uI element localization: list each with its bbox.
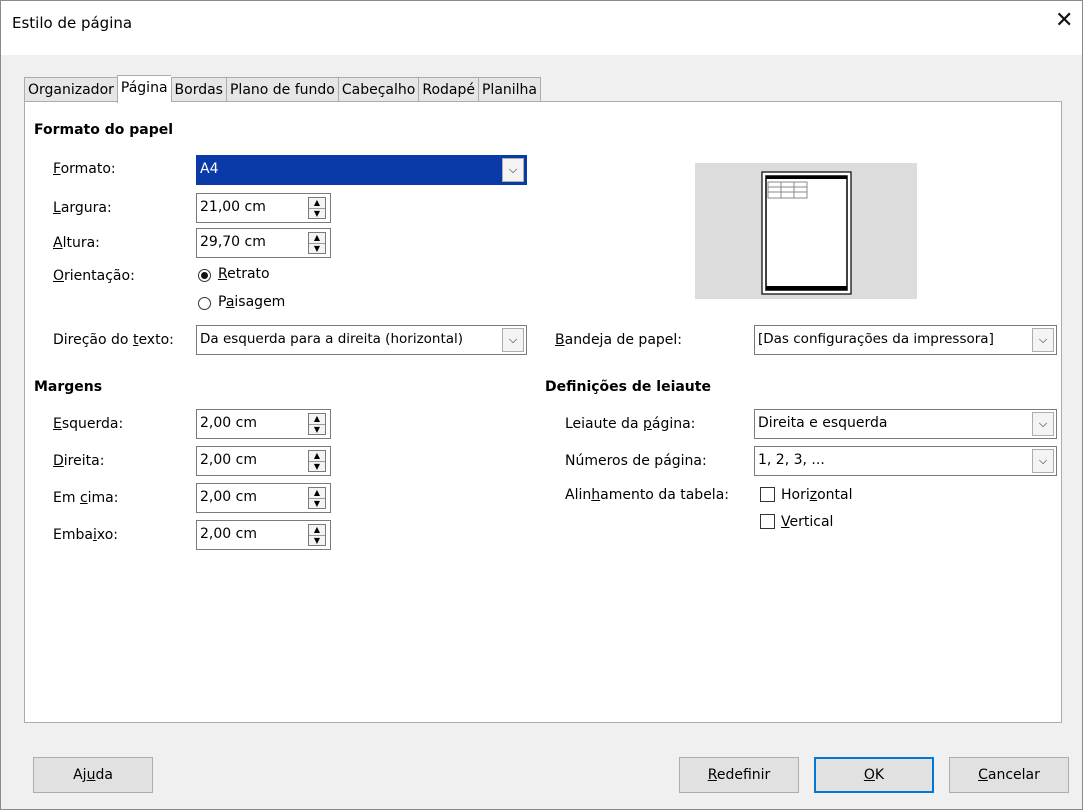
vertical-label[interactable]: Vertical (781, 514, 833, 530)
horizontal-label[interactable]: Horizontal (781, 487, 853, 503)
page-numbers-value: 1, 2, 3, ... (758, 452, 825, 468)
height-value: 29,70 cm (200, 234, 266, 250)
page-numbers-dropdown[interactable]: 1, 2, 3, ... ⌵ (754, 446, 1057, 476)
tab-strip: Organizador Página Bordas Plano de fundo… (24, 75, 541, 103)
spin-buttons[interactable]: ▲ ▼ (308, 450, 326, 472)
tab-pagina[interactable]: Página (116, 75, 171, 103)
table-alignment-label: Alinhamento da tabela: (565, 487, 729, 503)
cancel-button[interactable]: Cancelar (949, 757, 1069, 793)
bottom-margin-value: 2,00 cm (200, 526, 257, 542)
bottom-margin-stepper[interactable]: 2,00 cm ▲ ▼ (196, 520, 331, 550)
top-margin-label: Em cima: (53, 490, 119, 506)
paper-tray-dropdown[interactable]: [Das configurações da impressora] ⌵ (754, 325, 1057, 355)
text-direction-label: Direção do texto: (53, 332, 174, 348)
landscape-radio[interactable] (198, 297, 211, 310)
margins-heading: Margens (34, 379, 103, 395)
page-layout-label: Leiaute da página: (565, 416, 696, 432)
portrait-label[interactable]: Retrato (218, 266, 270, 282)
tab-rodape[interactable]: Rodapé (418, 77, 478, 103)
bottom-margin-label: Embaixo: (53, 527, 118, 543)
width-value: 21,00 cm (200, 199, 266, 215)
spin-up-icon[interactable]: ▲ (309, 198, 325, 209)
ok-button[interactable]: OK (814, 757, 934, 793)
title-bar (1, 1, 1082, 55)
top-margin-value: 2,00 cm (200, 489, 257, 505)
vertical-checkbox[interactable] (760, 514, 775, 529)
height-label: Altura: (53, 235, 100, 251)
spin-down-icon[interactable]: ▼ (309, 499, 325, 509)
chevron-down-icon[interactable]: ⌵ (1032, 328, 1054, 352)
spin-down-icon[interactable]: ▼ (309, 425, 325, 435)
chevron-down-icon[interactable]: ⌵ (1032, 412, 1054, 436)
width-label: Largura: (53, 200, 112, 216)
reset-button[interactable]: Redefinir (679, 757, 799, 793)
help-button[interactable]: Ajuda (33, 757, 153, 793)
width-stepper[interactable]: 21,00 cm ▲ ▼ (196, 193, 331, 223)
left-margin-label: Esquerda: (53, 416, 124, 432)
paper-tray-value: [Das configurações da impressora] (758, 331, 994, 347)
layout-settings-heading: Definições de leiaute (545, 379, 711, 395)
page-numbers-label: Números de página: (565, 453, 707, 469)
tab-organizador[interactable]: Organizador (24, 77, 117, 103)
tab-planilha[interactable]: Planilha (477, 77, 541, 103)
top-margin-stepper[interactable]: 2,00 cm ▲ ▼ (196, 483, 331, 513)
horizontal-checkbox[interactable] (760, 487, 775, 502)
spin-down-icon[interactable]: ▼ (309, 536, 325, 546)
spin-down-icon[interactable]: ▼ (309, 209, 325, 219)
page-preview-icon (761, 171, 852, 295)
page-layout-dropdown[interactable]: Direita e esquerda ⌵ (754, 409, 1057, 439)
close-icon[interactable]: ✕ (1055, 10, 1073, 32)
page-preview (695, 163, 917, 299)
spin-buttons[interactable]: ▲ ▼ (308, 197, 326, 219)
spin-buttons[interactable]: ▲ ▼ (308, 232, 326, 254)
landscape-label[interactable]: Paisagem (218, 294, 285, 310)
right-margin-value: 2,00 cm (200, 452, 257, 468)
text-direction-dropdown[interactable]: Da esquerda para a direita (horizontal) … (196, 325, 527, 355)
chevron-down-icon[interactable]: ⌵ (502, 328, 524, 352)
page-layout-value: Direita e esquerda (758, 415, 888, 431)
spin-buttons[interactable]: ▲ ▼ (308, 524, 326, 546)
orientation-label: Orientação: (53, 268, 135, 284)
spin-up-icon[interactable]: ▲ (309, 233, 325, 244)
paper-tray-label: Bandeja de papel: (555, 332, 683, 348)
spin-buttons[interactable]: ▲ ▼ (308, 487, 326, 509)
format-label: Formato: (53, 161, 116, 177)
spin-down-icon[interactable]: ▼ (309, 462, 325, 472)
spin-up-icon[interactable]: ▲ (309, 414, 325, 425)
left-margin-stepper[interactable]: 2,00 cm ▲ ▼ (196, 409, 331, 439)
spin-down-icon[interactable]: ▼ (309, 244, 325, 254)
height-stepper[interactable]: 29,70 cm ▲ ▼ (196, 228, 331, 258)
tab-cabecalho[interactable]: Cabeçalho (337, 77, 419, 103)
text-direction-value: Da esquerda para a direita (horizontal) (200, 331, 464, 347)
format-value: A4 (200, 161, 219, 177)
left-margin-value: 2,00 cm (200, 415, 257, 431)
right-margin-stepper[interactable]: 2,00 cm ▲ ▼ (196, 446, 331, 476)
dialog-title: Estilo de página (12, 14, 133, 32)
chevron-down-icon[interactable]: ⌵ (1032, 449, 1054, 473)
right-margin-label: Direita: (53, 453, 105, 469)
spin-buttons[interactable]: ▲ ▼ (308, 413, 326, 435)
chevron-down-icon[interactable]: ⌵ (502, 158, 524, 182)
paper-format-heading: Formato do papel (34, 122, 174, 138)
format-dropdown[interactable]: A4 ⌵ (196, 155, 527, 185)
tab-plano-de-fundo[interactable]: Plano de fundo (225, 77, 338, 103)
tab-bordas[interactable]: Bordas (170, 77, 226, 103)
spin-up-icon[interactable]: ▲ (309, 451, 325, 462)
spin-up-icon[interactable]: ▲ (309, 525, 325, 536)
spin-up-icon[interactable]: ▲ (309, 488, 325, 499)
portrait-radio[interactable] (198, 269, 211, 282)
